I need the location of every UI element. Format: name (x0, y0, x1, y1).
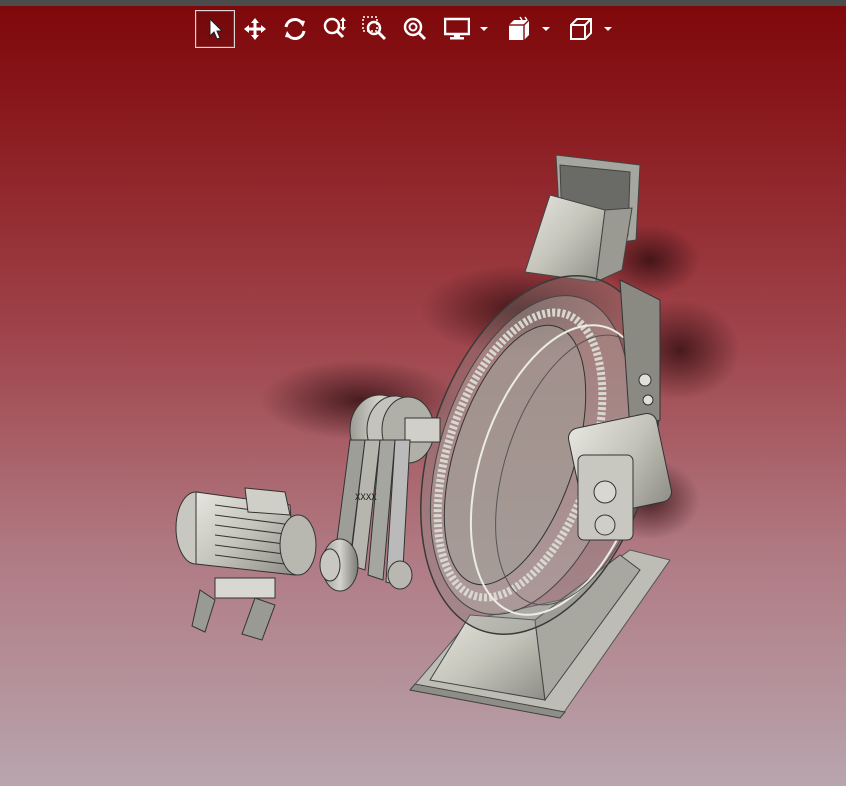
electric-motor[interactable] (175, 487, 317, 641)
feed-hopper[interactable] (524, 154, 641, 283)
belt-marking: XXXX (355, 493, 377, 503)
3d-viewport[interactable]: XXXX (0, 0, 846, 786)
cad-assembly-model[interactable]: XXXX (0, 0, 846, 786)
